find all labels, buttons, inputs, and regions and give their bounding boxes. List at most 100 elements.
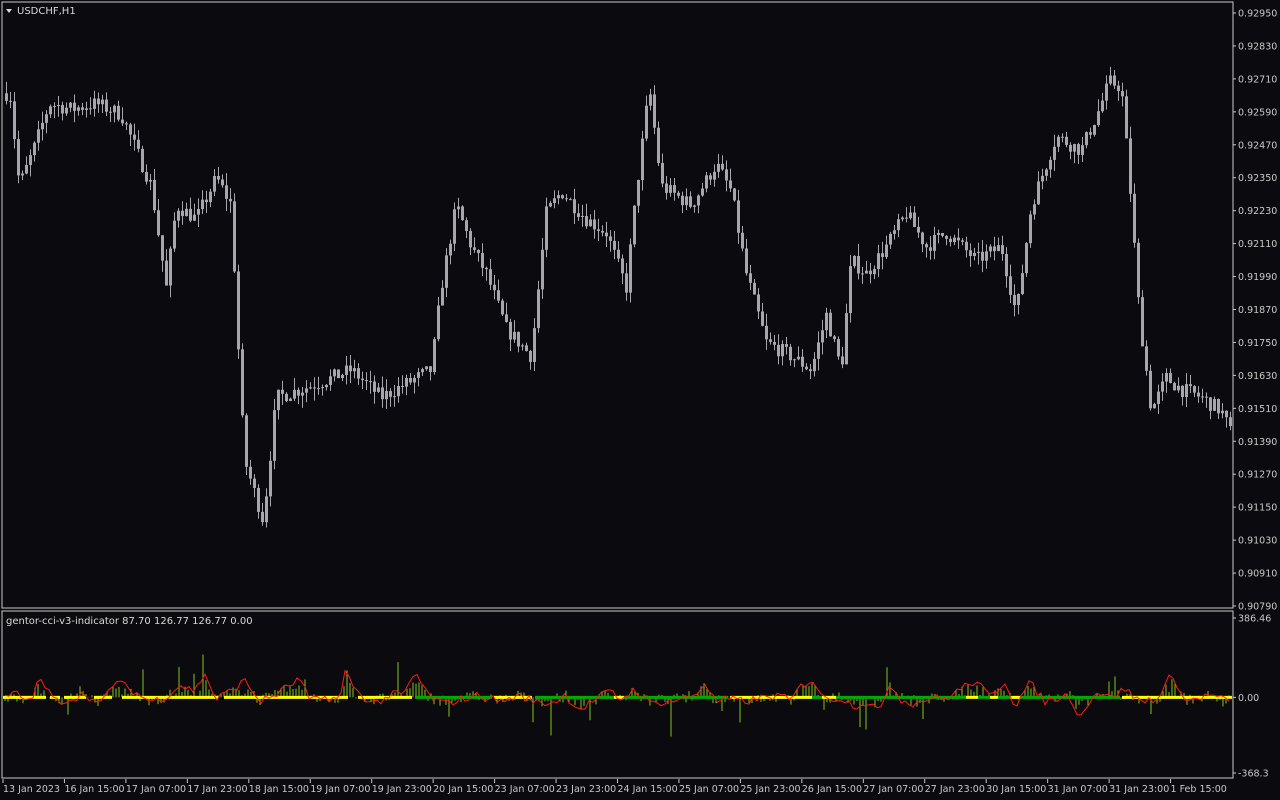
candle-body	[301, 392, 304, 396]
candle-body	[1137, 242, 1140, 298]
candle-body	[537, 289, 540, 329]
candle-body	[1153, 404, 1156, 409]
price-tick-label: 0.92590	[1238, 107, 1277, 118]
candle-body	[733, 188, 736, 201]
candle-body	[69, 102, 72, 108]
candle-body	[333, 369, 336, 377]
candle-body	[1213, 399, 1216, 411]
candle-body	[397, 385, 400, 397]
candle-body	[1009, 276, 1012, 295]
candle-body	[1129, 138, 1132, 194]
background	[0, 0, 1280, 800]
candle-body	[909, 212, 912, 219]
time-tick-label: 31 Jan 07:00	[1048, 784, 1108, 795]
candle-body	[861, 273, 864, 275]
candle-body	[681, 195, 684, 206]
candle-body	[1121, 91, 1124, 97]
candle-body	[149, 179, 152, 182]
candle-body	[917, 226, 920, 233]
candle-body	[261, 511, 264, 523]
candle-body	[1193, 386, 1196, 393]
time-tick-label: 20 Jan 15:00	[433, 784, 493, 795]
candle-body	[1105, 83, 1108, 101]
candle-body	[945, 235, 948, 239]
price-tick-label: 0.92110	[1238, 239, 1277, 250]
candle-body	[85, 108, 88, 110]
candle-body	[49, 106, 52, 115]
candle-body	[725, 169, 728, 181]
candle-body	[805, 366, 808, 370]
candle-body	[577, 213, 580, 217]
candle-body	[453, 209, 456, 244]
candle-body	[717, 163, 720, 172]
candle-body	[313, 387, 316, 389]
candle-body	[293, 389, 296, 399]
candle-body	[101, 99, 104, 105]
candle-body	[637, 179, 640, 206]
candle-body	[17, 139, 20, 176]
candle-body	[777, 344, 780, 357]
candle-body	[33, 142, 36, 156]
candle-body	[1201, 396, 1204, 398]
price-tick-label: 0.92230	[1238, 206, 1277, 217]
candle-body	[1145, 346, 1148, 371]
candle-body	[57, 104, 60, 106]
candle-body	[593, 219, 596, 230]
candle-body	[177, 210, 180, 221]
candle-body	[765, 325, 768, 340]
candle-body	[921, 232, 924, 245]
candle-body	[169, 248, 172, 286]
candle-body	[213, 175, 216, 192]
candle-body	[205, 199, 208, 203]
candle-body	[753, 282, 756, 295]
candle-body	[809, 369, 812, 372]
candle-body	[13, 101, 16, 140]
candle-body	[217, 175, 220, 180]
candle-body	[97, 98, 100, 105]
candle-body	[193, 214, 196, 221]
candle-body	[389, 391, 392, 397]
candle-body	[61, 104, 64, 114]
candle-body	[833, 336, 836, 340]
candle-body	[853, 255, 856, 267]
time-tick-label: 19 Jan 23:00	[372, 784, 432, 795]
candle-body	[373, 381, 376, 392]
price-tick-label: 0.91390	[1238, 437, 1277, 448]
candle-body	[505, 314, 508, 322]
candle-body	[1229, 417, 1232, 427]
time-tick-label: 17 Jan 23:00	[187, 784, 247, 795]
candle-body	[381, 387, 384, 400]
candle-body	[721, 163, 724, 170]
candle-body	[513, 331, 516, 340]
candle-body	[893, 230, 896, 234]
candle-body	[425, 366, 428, 370]
candle-body	[165, 260, 168, 286]
candle-body	[329, 376, 332, 385]
candle-body	[105, 99, 108, 112]
candle-body	[133, 134, 136, 140]
candle-body	[889, 233, 892, 245]
candle-body	[377, 387, 380, 392]
candle-body	[569, 199, 572, 201]
candle-body	[77, 107, 80, 111]
time-tick-label: 18 Jan 15:00	[249, 784, 309, 795]
candle-body	[781, 344, 784, 357]
time-tick-label: 31 Jan 23:00	[1109, 784, 1169, 795]
candle-body	[741, 232, 744, 249]
candle-body	[897, 219, 900, 231]
candle-body	[309, 387, 312, 389]
candle-body	[821, 330, 824, 343]
candle-body	[929, 247, 932, 251]
candle-body	[245, 415, 248, 467]
candle-body	[749, 273, 752, 283]
candle-body	[393, 396, 396, 398]
candle-body	[521, 345, 524, 347]
candle-body	[693, 205, 696, 207]
candle-body	[525, 345, 528, 351]
candle-body	[1069, 144, 1072, 152]
candle-body	[461, 206, 464, 221]
candle-body	[273, 410, 276, 461]
candle-body	[289, 398, 292, 402]
candle-body	[349, 365, 352, 372]
candle-body	[37, 129, 40, 143]
